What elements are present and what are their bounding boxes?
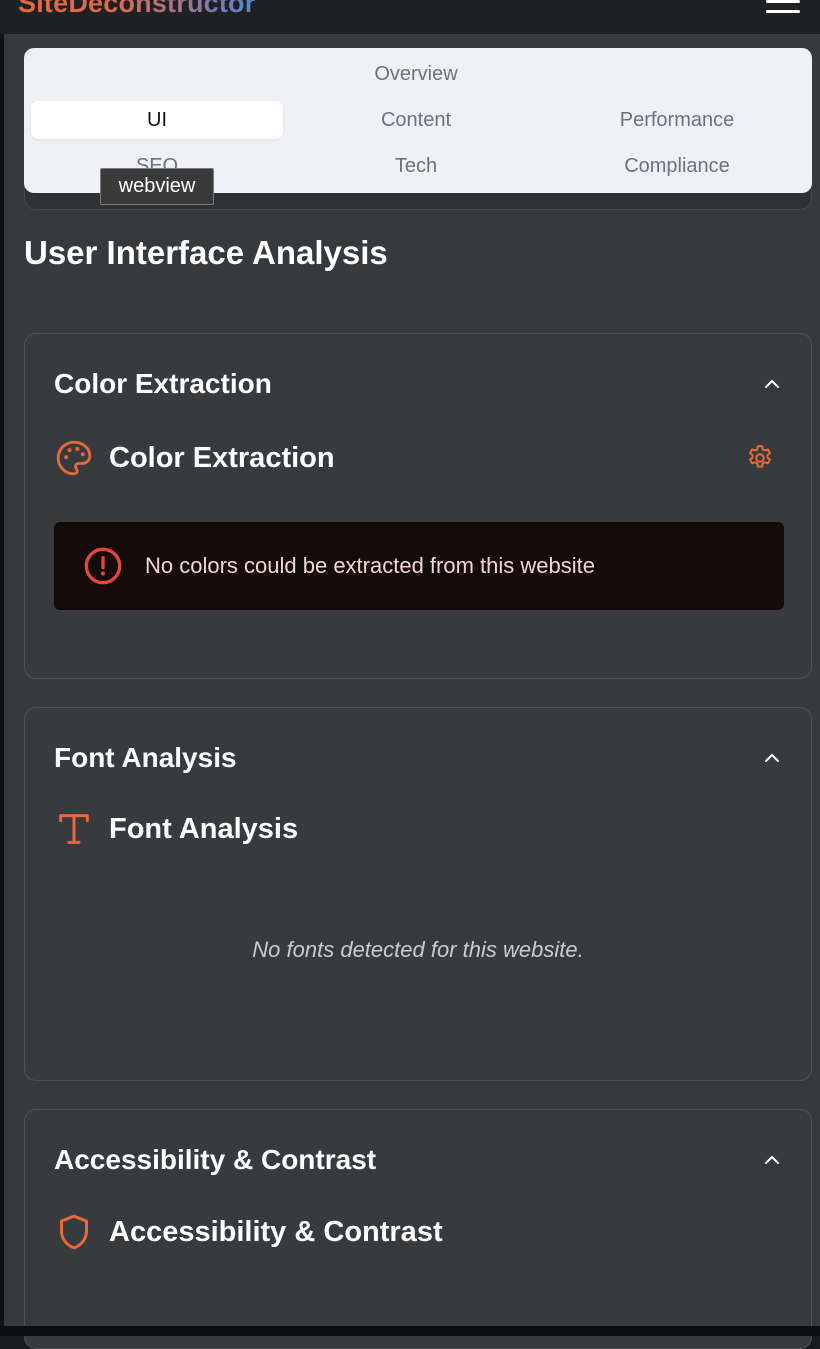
no-fonts-message: No fonts detected for this website. (252, 937, 584, 962)
tab-tech[interactable]: Tech (290, 147, 542, 185)
gear-icon[interactable] (745, 443, 775, 473)
tab-content[interactable]: Content (290, 101, 542, 139)
page-title: User Interface Analysis (24, 234, 388, 271)
tab-ui[interactable]: UI (31, 101, 283, 139)
hamburger-menu-icon[interactable] (766, 0, 802, 14)
accessibility-card: Accessibility & Contrast Accessibility &… (24, 1109, 812, 1349)
alert-circle-icon (84, 547, 122, 585)
accessibility-title: Accessibility & Contrast (54, 1144, 377, 1175)
color-extraction-title: Color Extraction (54, 368, 272, 399)
color-extraction-subtitle: Color Extraction (109, 441, 335, 474)
color-extraction-card: Color Extraction Color Extraction No col… (24, 333, 812, 679)
webview-tooltip: webview (100, 168, 214, 205)
chevron-up-icon[interactable] (763, 749, 781, 767)
chevron-up-icon[interactable] (763, 1151, 781, 1169)
palette-icon (56, 440, 92, 476)
shield-icon (60, 1214, 88, 1250)
tab-overview[interactable]: Overview (290, 55, 542, 93)
alert-message: No colors could be extracted from this w… (145, 553, 595, 578)
no-colors-alert: No colors could be extracted from this w… (54, 522, 784, 610)
chevron-up-icon[interactable] (763, 375, 781, 393)
color-extraction-subheader: Color Extraction (54, 438, 335, 478)
type-icon (59, 814, 89, 844)
window-bottom-edge (0, 1326, 820, 1336)
font-analysis-card: Font Analysis Font Analysis No fonts det… (24, 707, 812, 1081)
top-header: SiteDeconstructor (0, 0, 820, 34)
accessibility-subtitle: Accessibility & Contrast (109, 1215, 443, 1248)
accessibility-subheader: Accessibility & Contrast (54, 1212, 443, 1252)
tab-compliance[interactable]: Compliance (551, 147, 803, 185)
font-analysis-subtitle: Font Analysis (109, 812, 299, 845)
font-analysis-subheader: Font Analysis (54, 809, 298, 849)
brand-logo[interactable]: SiteDeconstructor (18, 0, 255, 19)
tab-performance[interactable]: Performance (551, 101, 803, 139)
font-analysis-title: Font Analysis (54, 742, 237, 773)
